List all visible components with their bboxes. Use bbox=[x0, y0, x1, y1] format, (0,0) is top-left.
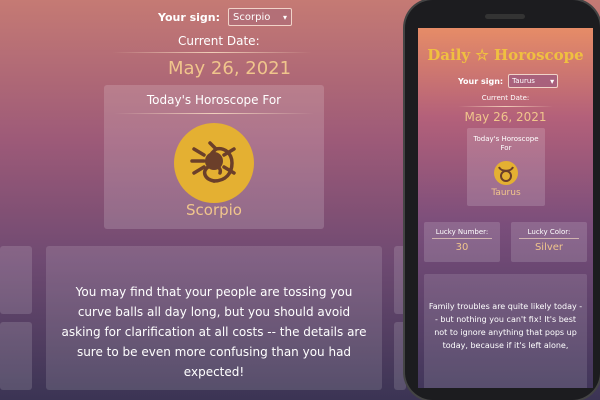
current-date: May 26, 2021 bbox=[168, 58, 292, 79]
sign-select-value: Taurus bbox=[512, 77, 535, 85]
sign-selector-row: Your sign: Taurus ▾ bbox=[458, 74, 559, 88]
sign-select-value: Scorpio bbox=[233, 11, 271, 23]
sign-name: Scorpio bbox=[186, 201, 242, 219]
sign-select[interactable]: Taurus ▾ bbox=[508, 74, 559, 88]
phone-mockup: Daily ☆ Horoscope Your sign: Taurus ▾ Cu… bbox=[405, 0, 600, 400]
horoscope-text-card: Family troubles are quite likely today -… bbox=[424, 274, 587, 388]
current-date-label: Current Date: bbox=[178, 34, 260, 48]
current-date-label: Current Date: bbox=[481, 94, 530, 102]
lucky-color-card: Lucky Color: Silver bbox=[511, 222, 587, 262]
taurus-icon bbox=[494, 161, 518, 185]
lucky-color-value: Silver bbox=[534, 242, 564, 253]
dropdown-caret-icon: ▾ bbox=[550, 76, 555, 86]
scorpio-icon bbox=[174, 123, 254, 203]
horoscope-text: Family troubles are quite likely today -… bbox=[428, 302, 583, 350]
left-side-panel bbox=[0, 246, 32, 314]
lucky-number-card: Lucky Number: 30 bbox=[424, 222, 500, 262]
card-title: Today's Horoscope For bbox=[146, 93, 282, 107]
card-title: Today's Horoscope For bbox=[473, 135, 539, 152]
divider bbox=[432, 238, 492, 239]
lucky-color-label: Lucky Color: bbox=[527, 228, 571, 236]
lucky-number-value: 30 bbox=[455, 242, 469, 253]
app-title: Daily ☆ Horoscope bbox=[427, 46, 584, 64]
sign-label: Your sign: bbox=[458, 76, 504, 86]
sign-label: Your sign: bbox=[158, 10, 221, 24]
lucky-number-label: Lucky Number: bbox=[435, 228, 489, 236]
divider bbox=[519, 238, 579, 239]
current-date: May 26, 2021 bbox=[464, 110, 547, 124]
left-side-panel bbox=[0, 322, 32, 390]
horoscope-sign-card: Today's Horoscope For Scorpio bbox=[104, 85, 324, 229]
phone-speaker bbox=[485, 14, 525, 19]
horoscope-text: You may find that your people are tossin… bbox=[61, 285, 367, 379]
sign-selector-row: Your sign: Scorpio ▾ bbox=[158, 8, 293, 26]
sign-select[interactable]: Scorpio ▾ bbox=[228, 8, 293, 26]
phone-screen: Daily ☆ Horoscope Your sign: Taurus ▾ Cu… bbox=[418, 28, 593, 388]
dropdown-caret-icon: ▾ bbox=[283, 12, 288, 22]
divider bbox=[458, 106, 553, 107]
divider bbox=[114, 113, 314, 114]
sign-name: Taurus bbox=[491, 188, 521, 198]
horoscope-sign-card: Today's Horoscope For Taurus bbox=[467, 128, 545, 206]
horoscope-text-card: You may find that your people are tossin… bbox=[46, 246, 382, 390]
divider bbox=[112, 52, 312, 53]
